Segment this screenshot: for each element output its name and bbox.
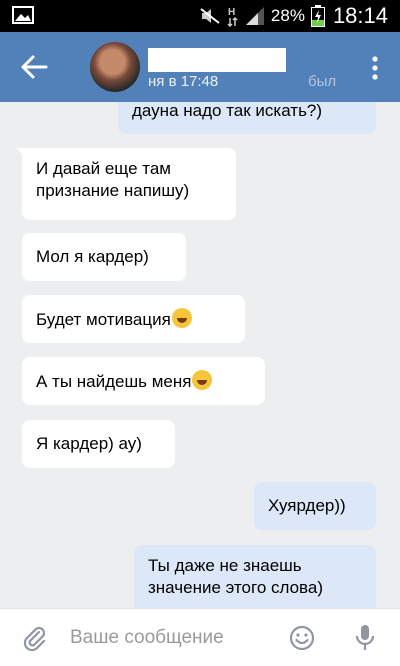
mute-icon xyxy=(200,8,220,24)
message-incoming[interactable]: Мол я кардер) xyxy=(22,233,186,281)
rofl-emoji-icon xyxy=(192,370,213,390)
more-vertical-icon[interactable] xyxy=(372,56,378,80)
clock: 18:14 xyxy=(332,3,388,28)
message-text-line: признание напишу) xyxy=(36,181,190,200)
microphone-icon[interactable] xyxy=(354,623,376,653)
message-text: Мол я кардер) xyxy=(36,247,149,266)
rofl-emoji-icon xyxy=(171,308,192,328)
message-text-line: И давай еще там xyxy=(36,159,171,178)
avatar[interactable] xyxy=(90,42,140,92)
message-incoming[interactable]: Я кардер) ау) xyxy=(22,420,175,468)
emoji-smile-icon[interactable] xyxy=(289,625,315,651)
message-incoming[interactable]: Будет мотивация xyxy=(22,295,245,343)
message-text: А ты найдешь меня xyxy=(36,372,192,391)
attach-paperclip-icon[interactable] xyxy=(22,625,48,651)
message-outgoing[interactable]: Хуярдер)) xyxy=(254,482,376,530)
status-bar: H 28% 18:14 xyxy=(0,0,400,32)
battery-charging-icon xyxy=(310,5,325,27)
composer-bar xyxy=(0,608,400,666)
message-outgoing[interactable]: Ты даже не знаешь значение этого слова) xyxy=(134,545,376,608)
chat-header: ня в 17:48 был xyxy=(0,32,400,102)
message-incoming[interactable]: А ты найдешь меня xyxy=(22,357,265,405)
message-text-line: значение этого слова) xyxy=(148,578,324,597)
last-seen-tail: был xyxy=(308,73,337,90)
message-text: дауна надо так искать?) xyxy=(132,102,323,120)
message-text: Хуярдер)) xyxy=(268,496,346,515)
last-seen-status: ня в 17:48 был xyxy=(148,73,336,93)
last-seen-text: ня в 17:48 xyxy=(148,73,219,90)
message-list: дауна надо так искать?) И давай еще там … xyxy=(0,102,400,608)
hspa-data-icon: H xyxy=(227,7,238,27)
bubble-tail xyxy=(16,148,26,158)
contact-name-redacted[interactable] xyxy=(148,48,286,72)
signal-icon xyxy=(245,7,264,25)
message-outgoing[interactable]: дауна надо так искать?) xyxy=(118,102,376,134)
back-arrow-icon[interactable] xyxy=(20,54,48,80)
gallery-notification-icon xyxy=(12,6,34,24)
message-text: Я кардер) ау) xyxy=(36,434,142,453)
battery-percent: 28% xyxy=(270,6,305,25)
message-input[interactable] xyxy=(70,621,280,655)
message-text: Будет мотивация xyxy=(36,310,171,329)
message-text-line: Ты даже не знаешь xyxy=(148,556,302,575)
message-incoming[interactable]: И давай еще там признание напишу) xyxy=(16,148,236,220)
svg-text:H: H xyxy=(228,7,235,18)
